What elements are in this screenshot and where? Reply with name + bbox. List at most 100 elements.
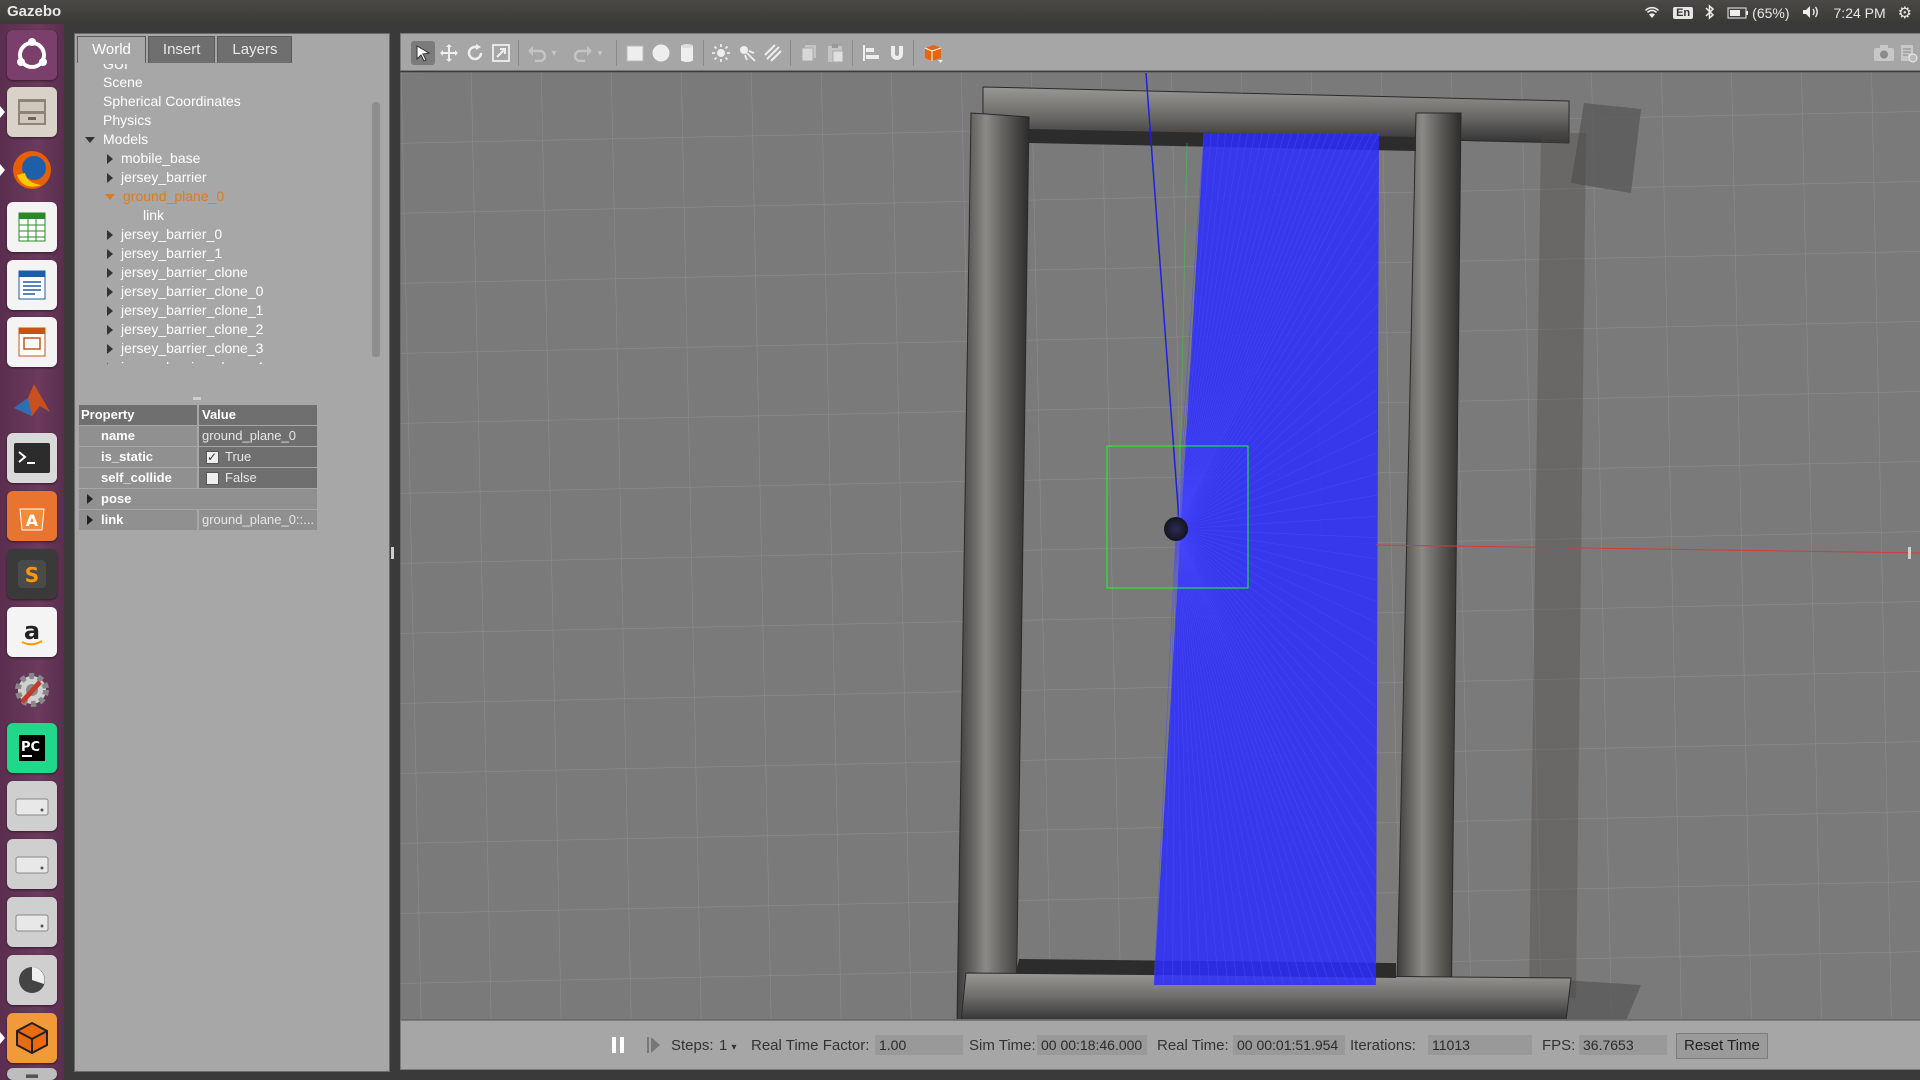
bluetooth-icon[interactable] xyxy=(1705,3,1715,23)
keyboard-layout-indicator[interactable]: En xyxy=(1673,7,1694,19)
property-link-value[interactable]: ground_plane_0::... xyxy=(199,510,317,530)
pycharm-launcher[interactable]: PC xyxy=(7,723,57,773)
expand-arrow-icon[interactable] xyxy=(107,249,113,260)
tree-item-jersey-barrier-clone-0[interactable]: jersey_barrier_clone_0 xyxy=(107,282,263,300)
tab-insert[interactable]: Insert xyxy=(147,36,216,63)
point-light-button[interactable] xyxy=(709,41,733,65)
insert-sphere-button[interactable] xyxy=(649,41,673,65)
log-data-button[interactable] xyxy=(1896,41,1920,65)
property-group-pose[interactable]: pose xyxy=(79,489,317,509)
drive-2-launcher[interactable] xyxy=(7,839,57,889)
clock[interactable]: 7:24 PM xyxy=(1834,5,1886,21)
checkbox-unchecked-icon[interactable] xyxy=(206,472,219,486)
system-settings-launcher[interactable] xyxy=(7,665,57,715)
calc-launcher[interactable] xyxy=(7,202,57,252)
tree-item-models[interactable]: Models xyxy=(85,130,148,148)
splitter-handle[interactable] xyxy=(193,397,201,400)
tree-item-ground-plane-0[interactable]: ground_plane_0 xyxy=(105,187,224,205)
reset-time-button[interactable]: Reset Time xyxy=(1676,1033,1768,1059)
tree-item-gui[interactable]: GUI xyxy=(103,64,128,73)
wifi-icon[interactable] xyxy=(1643,5,1661,22)
property-row-pose[interactable]: pose xyxy=(79,489,317,509)
directional-light-button[interactable] xyxy=(761,41,785,65)
trash-launcher[interactable]: ▬ xyxy=(7,1068,57,1080)
impress-launcher[interactable] xyxy=(7,317,57,367)
sublime-launcher[interactable]: S xyxy=(7,549,57,599)
expand-arrow-icon[interactable] xyxy=(107,230,113,241)
tree-item-jersey-barrier-clone[interactable]: jersey_barrier_clone xyxy=(107,263,248,281)
gazebo-launcher[interactable] xyxy=(0,1013,57,1063)
view-angle-button[interactable] xyxy=(921,41,945,65)
expand-arrow-icon[interactable] xyxy=(107,173,113,184)
writer-launcher[interactable] xyxy=(7,260,57,310)
scale-mode-button[interactable] xyxy=(489,41,513,65)
expand-arrow-icon[interactable] xyxy=(107,325,113,336)
undo-history-dropdown[interactable]: ▾ xyxy=(547,41,561,65)
files-launcher[interactable] xyxy=(0,87,57,137)
spot-light-button[interactable] xyxy=(735,41,759,65)
expand-arrow-icon[interactable] xyxy=(107,287,113,298)
property-self-collide-value[interactable]: False xyxy=(199,468,317,488)
volume-icon[interactable] xyxy=(1802,5,1822,22)
step-button[interactable] xyxy=(646,1036,662,1056)
translate-mode-button[interactable] xyxy=(437,41,461,65)
screenshot-button[interactable] xyxy=(1872,41,1896,65)
tab-world[interactable]: World xyxy=(77,36,146,63)
rotate-mode-button[interactable] xyxy=(463,41,487,65)
session-gear-icon[interactable]: ⚙ xyxy=(1898,3,1912,23)
tree-item-jersey-barrier-clone-3[interactable]: jersey_barrier_clone_3 xyxy=(107,339,263,357)
property-group-link[interactable]: link xyxy=(79,510,197,530)
expand-arrow-icon[interactable] xyxy=(107,306,113,317)
tab-layers[interactable]: Layers xyxy=(217,36,293,63)
tree-item-jersey-barrier-clone-1[interactable]: jersey_barrier_clone_1 xyxy=(107,301,263,319)
scene-viewport[interactable] xyxy=(400,72,1920,1020)
drive-3-launcher[interactable] xyxy=(7,897,57,947)
tree-item-jersey-barrier[interactable]: jersey_barrier xyxy=(107,168,207,186)
insert-cylinder-button[interactable] xyxy=(675,41,699,65)
drive-1-launcher[interactable] xyxy=(7,781,57,831)
right-panel-splitter-handle[interactable] xyxy=(1908,547,1911,559)
select-mode-button[interactable] xyxy=(411,41,435,65)
left-panel-splitter-handle[interactable] xyxy=(391,547,394,559)
align-button[interactable] xyxy=(859,41,883,65)
redo-history-dropdown[interactable]: ▾ xyxy=(593,41,607,65)
insert-box-button[interactable] xyxy=(623,41,647,65)
redo-button[interactable] xyxy=(571,41,595,65)
tree-item-physics[interactable]: Physics xyxy=(103,111,151,129)
expand-arrow-icon[interactable] xyxy=(85,137,95,144)
pause-button[interactable] xyxy=(611,1036,625,1056)
terminal-launcher[interactable] xyxy=(7,433,57,483)
tree-item-link[interactable]: link xyxy=(143,206,164,224)
matlab-launcher[interactable] xyxy=(7,375,57,425)
property-row-link[interactable]: link ground_plane_0::... xyxy=(79,510,317,530)
software-center-launcher[interactable]: A xyxy=(7,491,57,541)
property-is-static-value[interactable]: True xyxy=(199,447,317,467)
expand-arrow-icon[interactable] xyxy=(105,194,115,201)
expand-arrow-icon[interactable] xyxy=(87,494,93,504)
undo-button[interactable] xyxy=(525,41,549,65)
checkbox-checked-icon[interactable] xyxy=(206,447,219,467)
steps-spinner[interactable]: 1 ▾ xyxy=(719,1036,737,1056)
tree-scrollbar[interactable] xyxy=(372,102,380,357)
amazon-launcher[interactable]: a xyxy=(7,607,57,657)
disk-usage-launcher[interactable] xyxy=(7,955,57,1005)
property-name-value[interactable]: ground_plane_0 xyxy=(199,426,317,446)
scene-canvas[interactable] xyxy=(401,73,1920,1020)
expand-arrow-icon[interactable] xyxy=(87,515,93,525)
battery-indicator[interactable]: (65%) xyxy=(1727,5,1790,21)
ubuntu-dash-button[interactable] xyxy=(7,30,57,80)
expand-arrow-icon[interactable] xyxy=(107,154,113,165)
tree-item-jersey-barrier-0[interactable]: jersey_barrier_0 xyxy=(107,225,222,243)
tree-item-spherical-coordinates[interactable]: Spherical Coordinates xyxy=(103,92,241,110)
tree-item-mobile-base[interactable]: mobile_base xyxy=(107,149,200,167)
tree-item-jersey-barrier-clone-4[interactable]: jersey_barrier_clone_4 xyxy=(107,358,263,364)
tree-item-jersey-barrier-1[interactable]: jersey_barrier_1 xyxy=(107,244,222,262)
firefox-launcher[interactable] xyxy=(0,145,57,195)
tree-item-jersey-barrier-clone-2[interactable]: jersey_barrier_clone_2 xyxy=(107,320,263,338)
expand-arrow-icon[interactable] xyxy=(107,344,113,355)
paste-button[interactable] xyxy=(823,41,847,65)
snap-button[interactable] xyxy=(885,41,909,65)
copy-button[interactable] xyxy=(797,41,821,65)
mobile-base-robot[interactable] xyxy=(1164,517,1188,541)
expand-arrow-icon[interactable] xyxy=(107,268,113,279)
